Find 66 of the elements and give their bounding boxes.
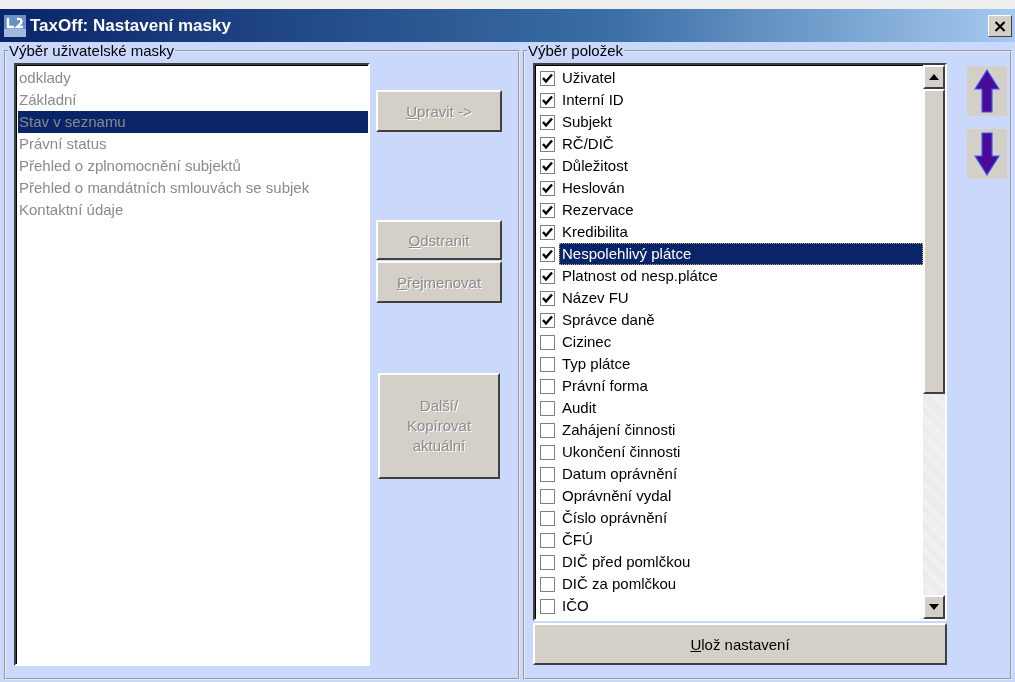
checkbox[interactable] (540, 488, 555, 504)
checkbox[interactable] (540, 224, 555, 240)
triangle-down-icon (929, 604, 939, 610)
arrow-up-icon (974, 69, 1000, 113)
scrollbar[interactable] (923, 65, 945, 619)
app-logo-icon (4, 14, 26, 37)
field-list-item[interactable]: Kredibilita (559, 221, 631, 243)
checkbox[interactable] (540, 70, 555, 86)
group-title: Výběr uživatelské masky (8, 42, 176, 59)
checkbox[interactable] (540, 158, 555, 174)
field-list-item[interactable]: Uživatel (559, 67, 619, 89)
move-up-button[interactable] (967, 66, 1007, 116)
scroll-up-button[interactable] (923, 65, 945, 89)
checkbox[interactable] (540, 356, 555, 372)
checkbox[interactable] (540, 378, 555, 394)
checkbox[interactable] (540, 444, 555, 460)
scroll-down-button[interactable] (923, 595, 945, 619)
field-list-item[interactable]: RČ/DIČ (559, 133, 617, 155)
checkbox[interactable] (540, 598, 555, 614)
move-down-button[interactable] (967, 129, 1007, 179)
field-list-item[interactable]: Oprávnění vydal (559, 485, 675, 507)
checkbox[interactable] (540, 312, 555, 328)
checkbox[interactable] (540, 466, 555, 482)
checkbox[interactable] (540, 268, 555, 284)
scroll-thumb[interactable] (923, 89, 945, 394)
checkbox[interactable] (540, 202, 555, 218)
field-list-item[interactable]: Heslován (559, 177, 628, 199)
window-title: TaxOff: Nastavení masky (30, 15, 232, 36)
field-list-item[interactable]: Cizinec (559, 331, 615, 353)
checkbox[interactable] (540, 180, 555, 196)
checkbox[interactable] (540, 554, 555, 570)
checkbox[interactable] (540, 334, 555, 350)
field-list-item[interactable]: Zahájení činnosti (559, 419, 679, 441)
field-list-item[interactable]: Právní forma (559, 375, 651, 397)
field-list-item[interactable]: IČO (559, 595, 592, 617)
checkbox[interactable] (540, 510, 555, 526)
field-list-item[interactable]: Nespolehlivý plátce (559, 243, 923, 265)
field-list-item[interactable]: Subjekt (559, 111, 616, 133)
field-list-item[interactable]: ČFÚ (559, 529, 596, 551)
save-settings-button[interactable]: Ulož nastavení (533, 623, 947, 665)
field-list-item[interactable]: Název FU (559, 287, 632, 309)
group-title: Výběr položek (527, 42, 625, 59)
arrow-down-icon (974, 132, 1000, 176)
field-list-item[interactable]: DIČ před pomlčkou (559, 551, 694, 573)
triangle-up-icon (929, 74, 939, 80)
field-list-item[interactable]: Rezervace (559, 199, 637, 221)
field-list-item[interactable]: Správce daně (559, 309, 658, 331)
checkbox[interactable] (540, 246, 555, 262)
checkbox[interactable] (540, 114, 555, 130)
field-list-item[interactable]: DIČ za pomlčkou (559, 573, 680, 595)
checkbox[interactable] (540, 532, 555, 548)
checkbox[interactable] (540, 400, 555, 416)
field-list-item[interactable]: Interní ID (559, 89, 627, 111)
checkbox[interactable] (540, 576, 555, 592)
close-button[interactable]: × (988, 14, 1012, 37)
field-list-item[interactable]: Ukončení činnosti (559, 441, 684, 463)
field-list-item[interactable]: Datum oprávnění (559, 463, 681, 485)
field-list-item[interactable]: Platnost od nesp.plátce (559, 265, 721, 287)
checkbox[interactable] (540, 422, 555, 438)
checkbox[interactable] (540, 290, 555, 306)
checkbox[interactable] (540, 92, 555, 108)
field-list-item[interactable]: Důležitost (559, 155, 631, 177)
checkbox[interactable] (540, 136, 555, 152)
field-list-item[interactable]: Číslo oprávnění (559, 507, 671, 529)
field-list-item[interactable]: Typ plátce (559, 353, 634, 375)
field-list-item[interactable]: Audit (559, 397, 600, 419)
